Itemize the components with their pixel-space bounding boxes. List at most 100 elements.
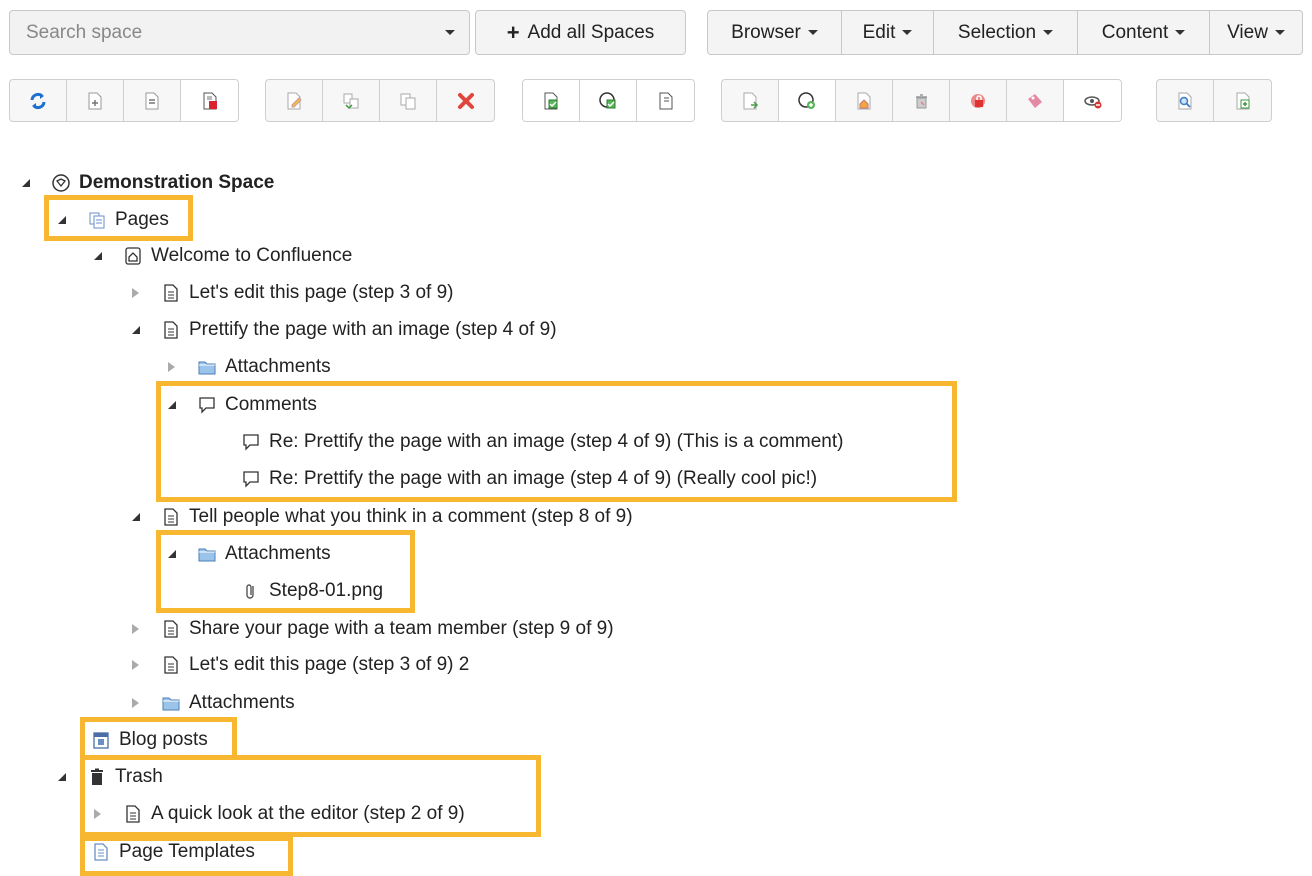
chevron-down-icon	[902, 30, 913, 35]
browser-menu-button[interactable]: Browser	[708, 11, 842, 54]
tree-toggle-collapsed[interactable]	[132, 698, 150, 708]
copy-page-icon	[400, 93, 416, 109]
page-icon	[122, 803, 144, 825]
report-icon	[1236, 92, 1249, 109]
tree-toggle-expanded[interactable]	[168, 550, 186, 558]
edit-menu-label: Edit	[862, 21, 896, 43]
tree-toggle-collapsed[interactable]	[132, 288, 150, 298]
page-import-icon	[743, 92, 759, 109]
chevron-down-icon	[1274, 30, 1285, 35]
page-properties-button[interactable]	[637, 80, 694, 121]
tree-toggle-collapsed[interactable]	[168, 362, 186, 372]
move-page-button[interactable]	[323, 80, 380, 121]
tree-item-attachments[interactable]: Attachments	[168, 352, 331, 382]
preview-icon	[1178, 92, 1192, 109]
tree-item-demonstration-space[interactable]: Demonstration Space	[22, 168, 274, 198]
edit-page-button[interactable]	[266, 80, 323, 121]
tree-item-label: Prettify the page with an image (step 4 …	[189, 319, 557, 340]
home-page-icon	[857, 92, 871, 109]
tree-toggle-expanded[interactable]	[132, 326, 150, 334]
tree-toggle-collapsed[interactable]	[132, 624, 150, 634]
tree-item-pages[interactable]: Pages	[58, 205, 169, 235]
tag-button[interactable]	[1007, 80, 1064, 121]
tree-item-label: Blog posts	[119, 729, 208, 750]
tree-item-welcome[interactable]: Welcome to Confluence	[94, 241, 352, 271]
add-all-spaces-button[interactable]: + Add all Spaces	[475, 10, 686, 55]
browser-menu-label: Browser	[731, 21, 801, 43]
tree-item-label: Tell people what you think in a comment …	[189, 506, 633, 527]
tree-item-page-templates[interactable]: Page Templates	[90, 837, 255, 867]
tree-item-tell-people[interactable]: Tell people what you think in a comment …	[132, 502, 633, 532]
space-import-button[interactable]	[779, 80, 836, 121]
add-page-icon	[88, 92, 102, 109]
tree-item-share[interactable]: Share your page with a team member (step…	[132, 614, 614, 644]
check-space-button[interactable]	[580, 80, 637, 121]
refresh-button[interactable]	[10, 80, 67, 121]
delete-button[interactable]	[437, 80, 494, 121]
toolbar-group-4	[721, 79, 1122, 122]
report-button[interactable]	[1214, 80, 1271, 121]
trash-restore-icon	[916, 93, 927, 108]
preview-button[interactable]	[1157, 80, 1214, 121]
tree-item-attachments-2[interactable]: Attachments	[168, 539, 331, 569]
tree-toggle-collapsed[interactable]	[132, 660, 150, 670]
add-page-button[interactable]	[67, 80, 124, 121]
tree-toggle-expanded[interactable]	[168, 401, 186, 409]
tree-item-lets-edit-2[interactable]: Let's edit this page (step 3 of 9) 2	[132, 650, 469, 680]
home-page-button[interactable]	[836, 80, 893, 121]
selection-menu-label: Selection	[957, 21, 1037, 43]
tree-toggle-expanded[interactable]	[132, 513, 150, 521]
tree-item-label: Attachments	[225, 356, 331, 377]
tree-item-quick-look[interactable]: A quick look at the editor (step 2 of 9)	[94, 799, 465, 829]
tree-item-comments[interactable]: Comments	[168, 390, 317, 420]
lock-page-icon	[971, 93, 985, 108]
toolbar-group-2	[265, 79, 495, 122]
check-page-button[interactable]	[523, 80, 580, 121]
page-import-button[interactable]	[722, 80, 779, 121]
tree-item-prettify[interactable]: Prettify the page with an image (step 4 …	[132, 315, 557, 345]
tree-item-trash[interactable]: Trash	[58, 762, 163, 792]
delete-page-button[interactable]	[181, 80, 238, 121]
search-space-placeholder: Search space	[26, 21, 143, 43]
lock-page-button[interactable]	[950, 80, 1007, 121]
tree-toggle-expanded[interactable]	[58, 773, 76, 781]
tree-item-label: Welcome to Confluence	[151, 245, 353, 266]
tree-item-step8-file[interactable]: Step8-01.png	[240, 576, 383, 606]
folder-icon	[160, 692, 182, 714]
check-page-icon	[544, 92, 558, 109]
space-import-icon	[798, 91, 815, 109]
tag-icon	[1028, 93, 1042, 108]
edit-menu-button[interactable]: Edit	[842, 11, 934, 54]
tree-item-comment-2[interactable]: Re: Prettify the page with an image (ste…	[240, 464, 817, 494]
tree-item-label: Re: Prettify the page with an image (ste…	[269, 468, 818, 489]
page-icon	[160, 618, 182, 640]
view-menu-label: View	[1227, 21, 1268, 43]
selection-menu-button[interactable]: Selection	[934, 11, 1078, 54]
tree-item-lets-edit[interactable]: Let's edit this page (step 3 of 9)	[132, 278, 454, 308]
add-all-spaces-label: Add all Spaces	[527, 21, 655, 43]
tree-toggle-expanded[interactable]	[58, 216, 76, 224]
content-menu-button[interactable]: Content	[1078, 11, 1210, 54]
tree-item-blog-posts[interactable]: Blog posts	[90, 725, 208, 755]
tree-toggle-collapsed[interactable]	[94, 809, 112, 819]
tree-item-attachments-3[interactable]: Attachments	[132, 688, 295, 718]
tree-item-label: Attachments	[189, 692, 295, 713]
plus-icon: +	[506, 19, 520, 45]
trash-icon	[86, 766, 108, 788]
chevron-down-icon	[1043, 30, 1054, 35]
tree-item-comment-1[interactable]: Re: Prettify the page with an image (ste…	[240, 427, 843, 457]
trash-restore-button[interactable]	[893, 80, 950, 121]
edit-page-icon	[287, 92, 302, 109]
hide-button[interactable]	[1064, 80, 1121, 121]
page-icon	[160, 654, 182, 676]
home-page-icon	[122, 245, 144, 267]
tree-toggle-expanded[interactable]	[22, 179, 40, 187]
view-menu-button[interactable]: View	[1210, 11, 1302, 54]
page-properties-icon	[659, 92, 672, 109]
search-space-select[interactable]: Search space	[9, 10, 470, 55]
tree-toggle-expanded[interactable]	[94, 252, 112, 260]
comment-icon	[240, 468, 262, 490]
remove-page-button[interactable]	[124, 80, 181, 121]
copy-page-button[interactable]	[380, 80, 437, 121]
toolbar-group-1	[9, 79, 239, 122]
